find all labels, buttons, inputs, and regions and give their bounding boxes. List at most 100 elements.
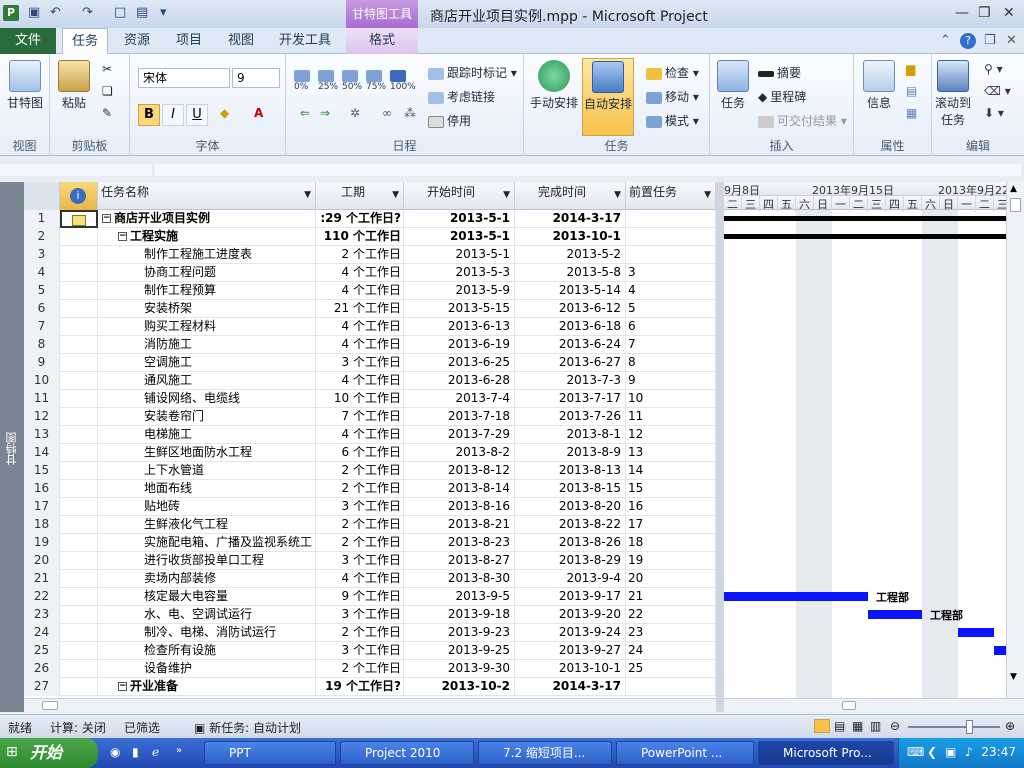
redo-icon[interactable]: ↷ bbox=[82, 5, 93, 20]
table-row[interactable]: 9 空调施工 3 个工作日 2013-6-25 2013-6-27 8 bbox=[24, 354, 716, 372]
task-name-cell[interactable]: 贴地砖 bbox=[98, 498, 316, 516]
row-number[interactable]: 26 bbox=[24, 660, 60, 678]
open-folder-icon[interactable]: ▤ bbox=[136, 5, 148, 20]
start-cell[interactable]: 2013-9-23 bbox=[404, 624, 515, 642]
unlink-icon[interactable]: ⁂ bbox=[404, 106, 416, 120]
predecessors-cell[interactable]: 10 bbox=[626, 390, 716, 408]
finish-cell[interactable]: 2013-6-24 bbox=[515, 336, 626, 354]
task-name-cell[interactable]: 生鲜液化气工程 bbox=[98, 516, 316, 534]
finish-header[interactable]: 完成时间 ▼ bbox=[515, 182, 626, 210]
highlight-color-icon[interactable]: ◆ bbox=[220, 106, 229, 120]
finish-cell[interactable]: 2013-7-17 bbox=[515, 390, 626, 408]
predecessors-cell[interactable]: 21 bbox=[626, 588, 716, 606]
pct-0-button[interactable]: 0% bbox=[294, 70, 313, 92]
start-cell[interactable]: 2013-8-23 bbox=[404, 534, 515, 552]
row-number[interactable]: 18 bbox=[24, 516, 60, 534]
start-cell[interactable]: 2013-5-1 bbox=[404, 246, 515, 264]
status-calculation[interactable]: 计算: 关闭 bbox=[50, 719, 106, 736]
task-name-cell[interactable]: 电梯施工 bbox=[98, 426, 316, 444]
task-name-cell[interactable]: 购买工程材料 bbox=[98, 318, 316, 336]
finish-cell[interactable]: 2013-6-18 bbox=[515, 318, 626, 336]
row-number[interactable]: 12 bbox=[24, 408, 60, 426]
team-planner-shortcut-icon[interactable]: ▦ bbox=[852, 719, 863, 733]
predecessors-cell[interactable]: 4 bbox=[626, 282, 716, 300]
task-name-cell[interactable]: 地面布线 bbox=[98, 480, 316, 498]
inspect-button[interactable]: 检查 ▾ bbox=[646, 64, 699, 81]
start-cell[interactable]: 2013-9-25 bbox=[404, 642, 515, 660]
finish-cell[interactable]: 2014-3-17 bbox=[515, 678, 626, 696]
start-cell[interactable]: 2013-8-30 bbox=[404, 570, 515, 588]
underline-button[interactable]: U bbox=[186, 104, 208, 126]
indicator-cell[interactable] bbox=[60, 300, 98, 318]
table-horizontal-scrollbar[interactable] bbox=[24, 698, 716, 712]
predecessors-cell[interactable]: 13 bbox=[626, 444, 716, 462]
split-bar[interactable] bbox=[716, 182, 724, 712]
indicator-cell[interactable] bbox=[60, 426, 98, 444]
duration-cell[interactable]: 4 个工作日 bbox=[316, 282, 404, 300]
row-number[interactable]: 15 bbox=[24, 462, 60, 480]
predecessors-cell[interactable]: 23 bbox=[626, 624, 716, 642]
duration-cell[interactable]: 2 个工作日 bbox=[316, 246, 404, 264]
duration-header[interactable]: 工期 ▼ bbox=[316, 182, 404, 210]
task-name-cell[interactable]: 制作工程预算 bbox=[98, 282, 316, 300]
clock[interactable]: 23:47 bbox=[981, 745, 1016, 759]
table-row[interactable]: 21 卖场内部装修 4 个工作日 2013-8-30 2013-9-4 20 bbox=[24, 570, 716, 588]
predecessors-cell[interactable]: 12 bbox=[626, 426, 716, 444]
duration-cell[interactable]: 3 个工作日 bbox=[316, 642, 404, 660]
zoom-slider-thumb[interactable] bbox=[966, 720, 973, 734]
finish-cell[interactable]: 2013-8-26 bbox=[515, 534, 626, 552]
duration-cell[interactable]: 19 个工作日? bbox=[316, 678, 404, 696]
scroll-down-icon[interactable]: ▼ bbox=[1010, 672, 1017, 682]
indicator-cell[interactable] bbox=[60, 408, 98, 426]
start-cell[interactable]: 2013-5-1 bbox=[404, 210, 515, 228]
indicator-cell[interactable] bbox=[60, 354, 98, 372]
start-cell[interactable]: 2013-6-28 bbox=[404, 372, 515, 390]
indicator-cell[interactable] bbox=[60, 552, 98, 570]
view-bar[interactable]: 甘特图 bbox=[0, 182, 24, 712]
table-row[interactable]: 1 − 商店开业项目实例:29 个工作日? 2013-5-1 2014-3-17 bbox=[24, 210, 716, 228]
finish-cell[interactable]: 2013-7-26 bbox=[515, 408, 626, 426]
start-cell[interactable]: 2013-8-27 bbox=[404, 552, 515, 570]
table-row[interactable]: 27 − 开业准备 19 个工作日? 2013-10-2 2014-3-17 bbox=[24, 678, 716, 696]
tab-resource[interactable]: 资源 bbox=[114, 28, 160, 54]
start-cell[interactable]: 2013-5-3 bbox=[404, 264, 515, 282]
finish-cell[interactable]: 2013-9-20 bbox=[515, 606, 626, 624]
manual-schedule-button[interactable]: 手动安排 bbox=[528, 60, 580, 111]
row-number[interactable]: 24 bbox=[24, 624, 60, 642]
duration-cell[interactable]: 7 个工作日 bbox=[316, 408, 404, 426]
font-name-combo[interactable]: 宋体 bbox=[138, 68, 230, 88]
row-number[interactable]: 11 bbox=[24, 390, 60, 408]
predecessors-cell[interactable]: 11 bbox=[626, 408, 716, 426]
start-cell[interactable]: 2013-8-21 bbox=[404, 516, 515, 534]
status-filtered[interactable]: 已筛选 bbox=[124, 719, 160, 736]
save-icon[interactable]: ▣ bbox=[28, 5, 40, 20]
duration-cell[interactable]: 6 个工作日 bbox=[316, 444, 404, 462]
finish-cell[interactable]: 2013-8-20 bbox=[515, 498, 626, 516]
predecessors-cell[interactable] bbox=[626, 210, 716, 228]
finish-cell[interactable]: 2013-8-22 bbox=[515, 516, 626, 534]
duration-cell[interactable]: 110 个工作日 bbox=[316, 228, 404, 246]
predecessors-cell[interactable]: 6 bbox=[626, 318, 716, 336]
predecessors-cell[interactable]: 8 bbox=[626, 354, 716, 372]
task-name-cell[interactable]: − 工程实施 bbox=[98, 228, 316, 246]
new-tasks-mode[interactable]: ▣ 新任务: 自动计划 bbox=[194, 719, 301, 736]
bold-button[interactable]: B bbox=[138, 104, 160, 126]
gantt-vertical-scrollbar[interactable]: ▲ ▼ bbox=[1006, 182, 1024, 698]
predecessors-cell[interactable]: 20 bbox=[626, 570, 716, 588]
indicator-cell[interactable] bbox=[60, 444, 98, 462]
indicator-cell[interactable] bbox=[60, 660, 98, 678]
restore-icon[interactable]: ❐ bbox=[978, 5, 991, 21]
indicators-header[interactable]: i bbox=[60, 182, 98, 210]
indicator-cell[interactable] bbox=[60, 336, 98, 354]
finish-cell[interactable]: 2013-8-15 bbox=[515, 480, 626, 498]
tab-format[interactable]: 格式 bbox=[346, 28, 418, 54]
tab-developer[interactable]: 开发工具 bbox=[272, 28, 338, 54]
task-name-cell[interactable]: 空调施工 bbox=[98, 354, 316, 372]
predecessors-cell[interactable] bbox=[626, 246, 716, 264]
row-number[interactable]: 27 bbox=[24, 678, 60, 696]
task-name-cell[interactable]: − 商店开业项目实例 bbox=[98, 210, 316, 228]
row-number[interactable]: 1 bbox=[24, 210, 60, 228]
indicator-cell[interactable] bbox=[60, 588, 98, 606]
predecessors-cell[interactable]: 17 bbox=[626, 516, 716, 534]
entry-bar-field[interactable] bbox=[155, 164, 1021, 176]
